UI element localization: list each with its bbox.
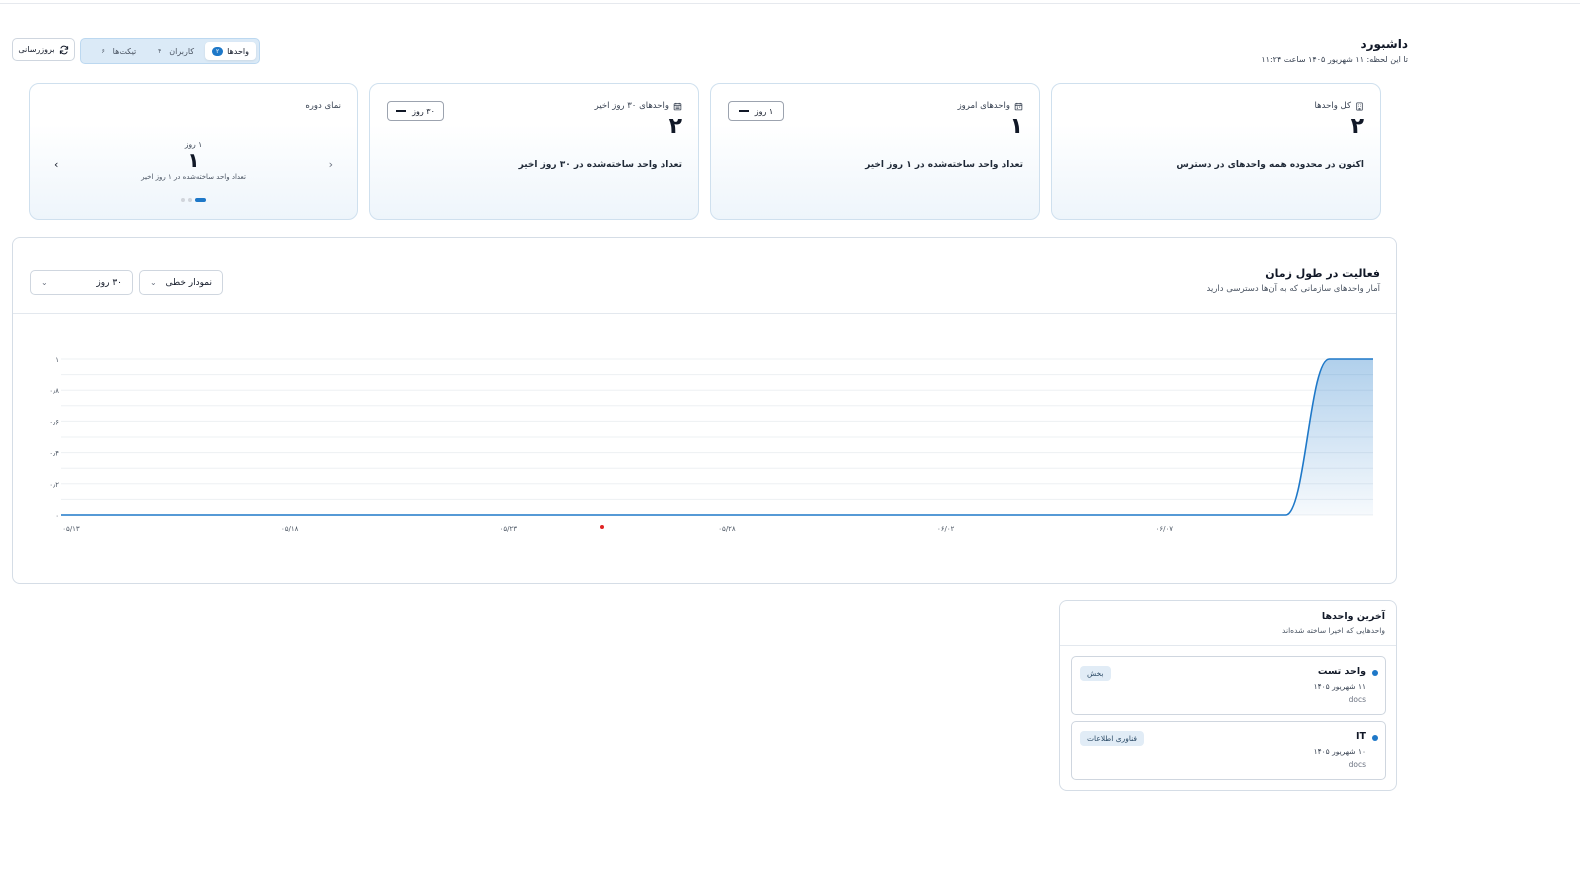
unit-date: ۱۱ شهریور ۱۴۰۵ [1313, 682, 1366, 691]
card-30day-units: واحدهای ۳۰ روز اخیر ۲ تعداد واحد ساخته‌ش… [369, 83, 699, 220]
recent-unit-item[interactable]: واحد تست ۱۱ شهریور ۱۴۰۵ docs بخش [1071, 656, 1386, 715]
marker-dot [600, 525, 604, 529]
page-title: داشبورد [1360, 37, 1408, 51]
period-note: تعداد واحد ساخته‌شده در ۱ روز اخیر [141, 173, 246, 181]
card-description: تعداد واحد ساخته‌شده در ۳۰ روز اخیر [518, 160, 682, 170]
card-value: ۱ [1009, 114, 1023, 139]
x-tick-label: ۰۶/۰۷ [1156, 525, 1174, 533]
tab-units[interactable]: واحدها ۲ [205, 42, 256, 60]
range-toggle-30d[interactable]: ۳۰ روز [387, 101, 444, 121]
tab-users[interactable]: کاربران ۴ [147, 42, 201, 60]
status-dot [1372, 735, 1378, 741]
calendar-icon [1014, 102, 1023, 110]
tab-label: تیکت‌ها [112, 46, 137, 56]
period-value: ۱ [187, 148, 200, 172]
activity-chart-panel: فعالیت در طول زمان آمار واحدهای سازمانی … [12, 237, 1397, 584]
card-title: کل واحدها [1314, 101, 1351, 111]
tab-count: ۲ [212, 46, 224, 56]
status-dot [1372, 670, 1378, 676]
carousel-dots [30, 198, 357, 202]
x-tick-label: ۰۵/۲۸ [718, 525, 736, 533]
unit-doc: docs [1348, 760, 1366, 769]
card-description: تعداد واحد ساخته‌شده در ۱ روز اخیر [865, 160, 1023, 170]
range-toggle-1d[interactable]: ۱ روز [728, 101, 784, 121]
page-header: داشبورد تا این لحظه: ۱۱ شهریور ۱۴۰۵ ساعت… [1261, 37, 1408, 64]
refresh-button[interactable]: بروزرسانی [12, 38, 75, 61]
chart-header: فعالیت در طول زمان آمار واحدهای سازمانی … [13, 238, 1396, 314]
card-value: ۲ [668, 114, 682, 139]
unit-type-badge: بخش [1080, 666, 1111, 681]
activity-chart: ۰ ۰٫۲ ۰٫۴ ۰٫۶ ۰٫۸ ۱ ۰۵/۱۳ ۰۵/۱۸ ۰۵/۲۳ ۰۵/۲۸ ۰۶/۰۲ ۰… [49, 356, 1373, 533]
carousel-dot[interactable] [188, 198, 192, 202]
carousel-dot-active[interactable] [195, 198, 206, 202]
carousel-dot[interactable] [181, 198, 185, 202]
chevron-down-icon: ⌄ [41, 278, 48, 287]
page-timestamp: تا این لحظه: ۱۱ شهریور ۱۴۰۵ ساعت ۱۱:۲۴ [1261, 55, 1408, 64]
card-total-units: کل واحدها ۲ اکنون در محدوده همه واحدهای … [1051, 83, 1381, 220]
badge-label: ۳۰ روز [412, 106, 435, 116]
tab-count: ۴ [158, 47, 162, 55]
period-slide: ۱ روز ۱ تعداد واحد ساخته‌شده در ۱ روز اخ… [30, 140, 357, 181]
chevron-left-icon[interactable]: › [54, 158, 58, 171]
x-tick-label: ۰۵/۲۳ [500, 525, 518, 533]
select-value: ۳۰ روز [96, 277, 122, 288]
unit-date: ۱۰ شهریور ۱۴۰۵ [1313, 747, 1366, 756]
card-title: واحدهای ۳۰ روز اخیر [594, 101, 669, 111]
chart-type-select[interactable]: نمودار خطی ⌄ [139, 270, 223, 295]
x-tick-label: ۰۵/۱۸ [281, 525, 299, 533]
y-tick-label: ۰٫۸ [49, 387, 59, 395]
y-tick-label: ۰ [55, 512, 59, 520]
badge-label: ۱ روز [754, 106, 774, 116]
tab-count: ۶ [101, 47, 105, 55]
top-border [0, 0, 1580, 4]
range-select[interactable]: ۳۰ روز ⌄ [30, 270, 133, 295]
select-value: نمودار خطی [165, 277, 212, 288]
chevron-down-icon: ⌄ [150, 278, 157, 287]
recent-unit-item[interactable]: IT ۱۰ شهریور ۱۴۰۵ docs فناوری اطلاعات [1071, 721, 1386, 780]
calendar-range-icon [673, 102, 682, 110]
dash-icon [396, 110, 407, 112]
card-period-view: نمای دوره ۱ روز ۱ تعداد واحد ساخته‌شده د… [29, 83, 358, 220]
unit-type-badge: فناوری اطلاعات [1080, 731, 1144, 746]
y-tick-label: ۰٫۶ [49, 418, 59, 426]
card-title: نمای دوره [305, 101, 341, 111]
card-today-units: واحدهای امروز ۱ تعداد واحد ساخته‌شده در … [710, 83, 1040, 220]
chevron-right-icon[interactable]: ‹ [329, 158, 333, 171]
tab-label: کاربران [169, 46, 195, 56]
refresh-icon [59, 45, 68, 54]
x-tick-label: ۰۶/۰۲ [937, 525, 955, 533]
card-value: ۲ [1350, 114, 1364, 139]
x-tick-label: ۰۵/۱۳ [62, 525, 80, 533]
recent-title: آخرین واحدها [1321, 611, 1385, 622]
chart-subtitle: آمار واحدهای سازمانی که به آن‌ها دسترسی … [1206, 284, 1381, 294]
dash-icon [738, 110, 749, 112]
recent-units-panel: آخرین واحدها واحدهایی که اخیرا ساخته شده… [1059, 600, 1397, 791]
y-tick-label: ۰٫۴ [49, 450, 59, 458]
unit-doc: docs [1348, 695, 1366, 704]
chart-title: فعالیت در طول زمان [1265, 267, 1380, 280]
unit-name: واحد تست [1317, 666, 1366, 677]
entity-tabs: تیکت‌ها ۶ کاربران ۴ واحدها ۲ [80, 38, 260, 64]
y-tick-label: ۱ [55, 356, 59, 364]
y-tick-label: ۰٫۲ [49, 481, 59, 489]
refresh-label: بروزرسانی [18, 45, 55, 54]
unit-name: IT [1355, 731, 1366, 742]
card-description: اکنون در محدوده همه واحدهای در دسترس [1176, 160, 1364, 170]
divider [1060, 645, 1396, 646]
card-title: واحدهای امروز [957, 101, 1010, 111]
recent-subtitle: واحدهایی که اخیرا ساخته شده‌اند [1282, 626, 1385, 635]
tab-label: واحدها [227, 46, 249, 56]
tab-tickets[interactable]: تیکت‌ها ۶ [91, 42, 144, 60]
building-icon [1356, 101, 1363, 111]
